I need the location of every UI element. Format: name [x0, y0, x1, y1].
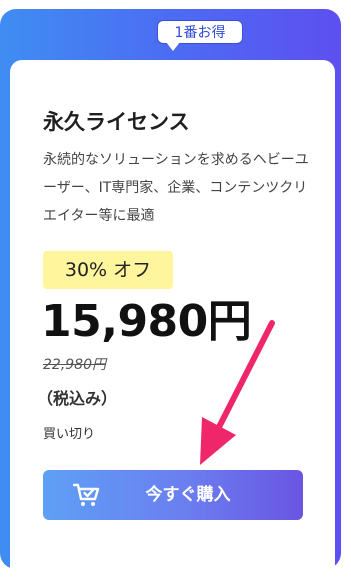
badge-tail — [166, 42, 180, 51]
discount-badge: 30% オフ — [43, 251, 173, 289]
plan-title: 永久ライセンス — [43, 110, 190, 134]
pointer-arrow-icon — [200, 320, 275, 465]
tax-note: （税込み） — [37, 389, 118, 408]
billing-type: 買い切り — [43, 427, 96, 442]
original-price: 22,980円 — [43, 357, 106, 373]
buy-now-button[interactable]: 今すぐ購入 — [43, 470, 303, 520]
plan-description: 永続的なソリューションを求めるヘビーユーザー、IT専門家、企業、コンテンツクリエ… — [43, 152, 309, 224]
buy-now-label: 今すぐ購入 — [145, 485, 231, 505]
best-value-badge: 1番お得 — [157, 20, 243, 44]
